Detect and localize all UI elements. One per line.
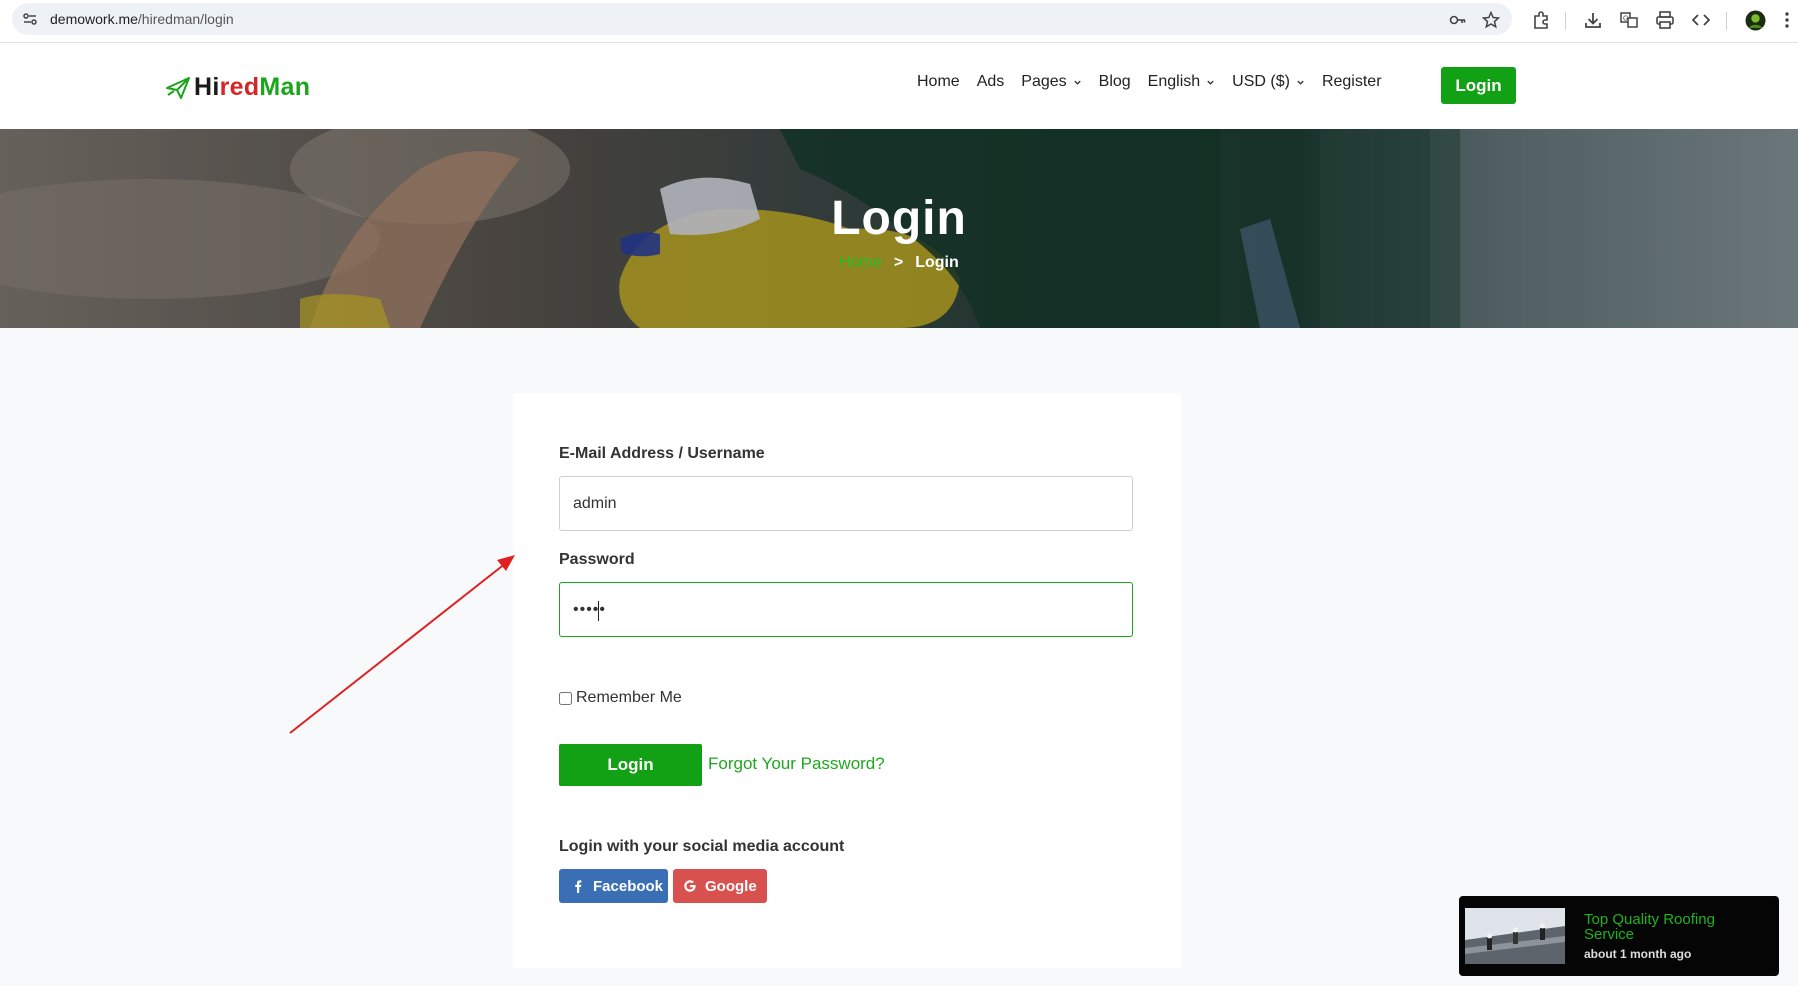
logo-part-red: red — [219, 73, 260, 101]
code-icon[interactable] — [1691, 10, 1711, 30]
url-host: demowork.me — [50, 11, 138, 27]
nav-language-label: English — [1147, 73, 1201, 90]
social-login-title: Login with your social media account — [559, 838, 845, 855]
google-icon — [684, 880, 696, 892]
remember-me[interactable]: Remember Me — [559, 689, 682, 707]
toolbar-divider — [1565, 12, 1566, 30]
text-caret — [598, 601, 599, 621]
nav-pages-label: Pages — [1021, 73, 1067, 90]
url-text[interactable]: demowork.me/hiredman/login — [50, 11, 234, 27]
bookmark-star-icon[interactable] — [1482, 11, 1500, 29]
paper-plane-icon — [166, 76, 190, 99]
address-bar[interactable]: demowork.me/hiredman/login — [12, 3, 1512, 35]
nav-currency[interactable]: USD ($) — [1232, 73, 1305, 91]
password-label: Password — [559, 551, 635, 568]
translate-icon[interactable]: G — [1619, 10, 1639, 30]
site-logo[interactable]: HiredMan — [166, 73, 310, 102]
login-card: E-Mail Address / Username Password Remem… — [513, 393, 1181, 968]
chevron-down-icon — [1297, 80, 1304, 85]
more-menu-icon[interactable] — [1783, 10, 1791, 30]
nav-language[interactable]: English — [1148, 73, 1215, 91]
google-label: Google — [705, 877, 757, 895]
remember-me-label: Remember Me — [576, 689, 682, 706]
nav-pages[interactable]: Pages — [1021, 73, 1081, 91]
breadcrumb: Home > Login — [0, 254, 1798, 272]
nav-blog[interactable]: Blog — [1099, 73, 1131, 91]
nav-register[interactable]: Register — [1322, 73, 1382, 91]
toast-title[interactable]: Top Quality Roofing Service — [1584, 912, 1764, 942]
logo-part-hi: Hi — [194, 73, 220, 101]
site-info-icon[interactable] — [22, 11, 38, 27]
main-nav: Home Ads Pages Blog English USD ($) Regi… — [917, 73, 1399, 91]
print-icon[interactable] — [1655, 10, 1675, 30]
password-field[interactable] — [559, 582, 1133, 637]
email-field[interactable] — [559, 476, 1133, 531]
browser-toolbar: demowork.me/hiredman/login G — [0, 0, 1798, 43]
hero-banner: Login Home > Login — [0, 129, 1798, 328]
download-icon[interactable] — [1583, 10, 1603, 30]
facebook-icon — [575, 880, 582, 893]
remember-me-checkbox[interactable] — [559, 691, 572, 705]
logo-part-man: Man — [259, 73, 311, 101]
toast-time: about 1 month ago — [1584, 947, 1692, 961]
nav-home[interactable]: Home — [917, 73, 960, 91]
email-label: E-Mail Address / Username — [559, 445, 765, 462]
google-login-button[interactable]: Google — [673, 869, 767, 903]
forgot-password-link[interactable]: Forgot Your Password? — [708, 754, 885, 774]
chevron-down-icon — [1073, 80, 1081, 85]
svg-text:G: G — [1623, 16, 1628, 23]
password-key-icon[interactable] — [1449, 11, 1467, 29]
nav-login-button[interactable]: Login — [1441, 67, 1516, 104]
toolbar-divider — [1726, 12, 1727, 30]
extensions-icon[interactable] — [1531, 10, 1551, 30]
profile-avatar-icon[interactable] — [1745, 10, 1766, 31]
breadcrumb-home-link[interactable]: Home — [839, 254, 882, 271]
facebook-login-button[interactable]: Facebook — [559, 869, 668, 903]
page-title: Login — [831, 192, 967, 245]
login-submit-button[interactable]: Login — [559, 744, 702, 786]
chevron-down-icon — [1207, 80, 1214, 85]
logo-text: HiredMan — [194, 73, 310, 102]
site-header: HiredMan Home Ads Pages Blog English USD… — [0, 43, 1798, 129]
nav-ads[interactable]: Ads — [977, 73, 1005, 91]
breadcrumb-separator: > — [893, 254, 904, 271]
toast-thumbnail-image — [1465, 908, 1565, 964]
breadcrumb-current: Login — [915, 254, 959, 271]
nav-currency-label: USD ($) — [1232, 73, 1290, 90]
notification-toast[interactable]: Top Quality Roofing Service about 1 mont… — [1459, 896, 1779, 976]
url-path: /hiredman/login — [137, 11, 234, 27]
facebook-label: Facebook — [593, 877, 664, 895]
